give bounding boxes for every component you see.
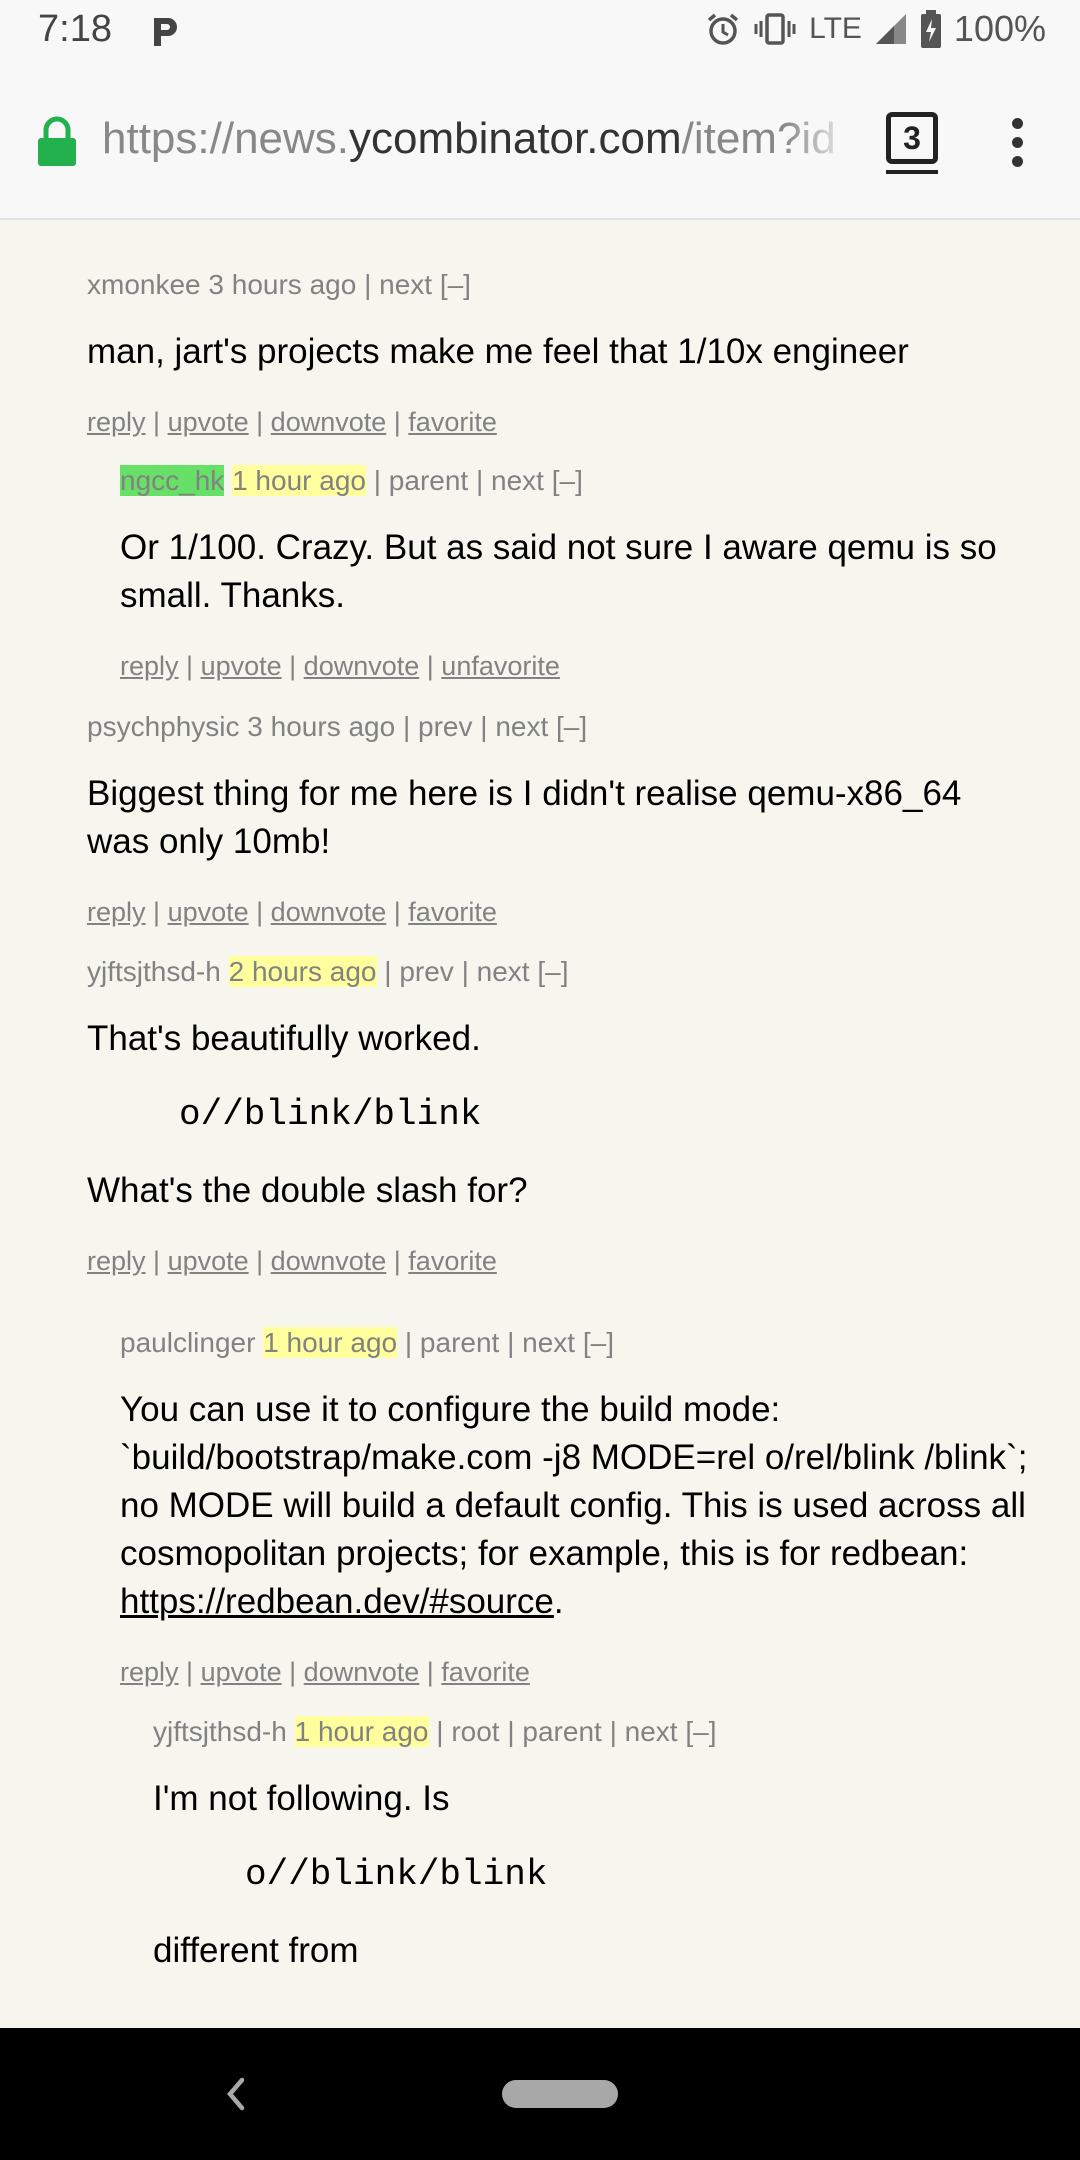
comment-user[interactable]: xmonkee	[87, 269, 201, 300]
comment-text: Biggest thing for me here is I didn't re…	[87, 774, 962, 861]
comment-user[interactable]: ngcc_hk	[120, 465, 225, 496]
url-path: /item?id	[681, 114, 836, 163]
comment-body: That's beautifully worked. o//blink/blin…	[87, 1015, 1047, 1215]
lock-icon	[38, 116, 76, 166]
downvote-link[interactable]: downvote	[271, 407, 387, 437]
favorite-link[interactable]: favorite	[408, 407, 497, 437]
downvote-link[interactable]: downvote	[271, 1246, 387, 1276]
comment-text: I'm not following. Is	[153, 1779, 450, 1818]
upvote-link[interactable]: upvote	[168, 1246, 249, 1276]
redbean-source-link[interactable]: https://redbean.dev/#source	[120, 1582, 554, 1621]
comment: ngcc_hk 1 hour ago | parent | next [–] O…	[120, 464, 1040, 682]
system-nav-bar	[0, 2028, 1080, 2160]
comment-age[interactable]: 1 hour ago	[294, 1716, 429, 1747]
network-type: LTE	[809, 12, 862, 45]
comment-header: xmonkee 3 hours ago | next [–]	[87, 268, 1047, 302]
comment-age[interactable]: 2 hours ago	[228, 956, 377, 987]
downvote-link[interactable]: downvote	[271, 897, 387, 927]
alarm-icon	[708, 13, 739, 45]
comment-text: different from	[153, 1931, 359, 1970]
comment-header: psychphysic 3 hours ago | prev | next [–…	[87, 710, 1047, 744]
reply-link[interactable]: reply	[120, 651, 179, 681]
browser-toolbar: https://news.ycombinator.com/item?id 3	[0, 66, 1080, 220]
comment: paulclinger 1 hour ago | parent | next […	[120, 1326, 1040, 1688]
unfavorite-link[interactable]: unfavorite	[441, 651, 560, 681]
comment-user[interactable]: paulclinger	[120, 1327, 255, 1358]
comment-body: Or 1/100. Crazy. But as said not sure I …	[120, 524, 1040, 620]
comment-nav[interactable]: | parent | next [–]	[397, 1327, 614, 1358]
upvote-link[interactable]: upvote	[168, 897, 249, 927]
favorite-link[interactable]: favorite	[408, 897, 497, 927]
comment-text: What's the double slash for?	[87, 1171, 528, 1210]
comment-age[interactable]: 1 hour ago	[263, 1327, 398, 1358]
url-host: ycombinator.com	[349, 114, 682, 163]
comment-nav[interactable]: | prev | next [–]	[377, 956, 568, 987]
upvote-link[interactable]: upvote	[201, 651, 282, 681]
comment-age[interactable]: 1 hour ago	[232, 465, 366, 496]
signal-icon	[875, 14, 906, 44]
comment-actions: reply | upvote | downvote | favorite	[87, 407, 497, 437]
comment-text: man, jart's projects make me feel that 1…	[87, 332, 909, 371]
comment-header: yjftsjthsd-h 2 hours ago | prev | next […	[87, 955, 1047, 989]
comment: psychphysic 3 hours ago | prev | next [–…	[87, 710, 1047, 928]
comment-nav[interactable]: | next [–]	[356, 269, 471, 300]
reply-link[interactable]: reply	[87, 1246, 146, 1276]
battery-icon	[920, 10, 941, 48]
comment-user[interactable]: yjftsjthsd-h	[153, 1716, 287, 1747]
comment-nav[interactable]: | root | parent | next [–]	[429, 1716, 716, 1747]
downvote-link[interactable]: downvote	[304, 1657, 420, 1687]
comment: xmonkee 3 hours ago | next [–] man, jart…	[87, 268, 1047, 438]
downvote-link[interactable]: downvote	[304, 651, 420, 681]
comment-age[interactable]: 3 hours ago	[208, 269, 356, 300]
comment-text: That's beautifully worked.	[87, 1019, 481, 1058]
comment-body: Biggest thing for me here is I didn't re…	[87, 770, 1027, 866]
comment-actions: reply | upvote | downvote | favorite	[87, 1246, 497, 1276]
code-block: o//blink/blink	[245, 1854, 548, 1895]
upvote-link[interactable]: upvote	[201, 1657, 282, 1687]
comment-user[interactable]: yjftsjthsd-h	[87, 956, 221, 987]
upvote-link[interactable]: upvote	[168, 407, 249, 437]
comment: yjftsjthsd-h 1 hour ago | root | parent …	[153, 1715, 1033, 2005]
status-bar: 7:18 LTE 100%	[0, 0, 1080, 66]
back-icon[interactable]	[222, 2074, 248, 2114]
comment: yjftsjthsd-h 2 hours ago | prev | next […	[87, 955, 1047, 1277]
reply-link[interactable]: reply	[87, 897, 146, 927]
comment-age[interactable]: 3 hours ago	[247, 711, 395, 742]
url-field[interactable]: https://news.ycombinator.com/item?id	[102, 114, 854, 164]
comment-actions: reply | upvote | downvote | favorite	[87, 897, 497, 927]
comment-body: You can use it to configure the build mo…	[120, 1390, 1028, 1621]
favorite-link[interactable]: favorite	[441, 1657, 530, 1687]
comment-nav[interactable]: | prev | next [–]	[395, 711, 587, 742]
comment-nav[interactable]: | parent | next [–]	[366, 465, 583, 496]
tab-switcher-button[interactable]: 3	[886, 112, 938, 164]
status-time: 7:18	[38, 8, 112, 50]
reply-link[interactable]: reply	[120, 1657, 179, 1687]
comment-body: man, jart's projects make me feel that 1…	[87, 328, 1047, 376]
comment-body: I'm not following. Is o//blink/blink dif…	[153, 1775, 1033, 1975]
comment-thread: xmonkee 3 hours ago | next [–] man, jart…	[0, 220, 1080, 2028]
reply-link[interactable]: reply	[87, 407, 146, 437]
tab-switcher-underline	[886, 170, 938, 174]
comment-user[interactable]: psychphysic	[87, 711, 240, 742]
code-block: o//blink/blink	[179, 1094, 482, 1135]
comment-header: ngcc_hk 1 hour ago | parent | next [–]	[120, 464, 1040, 498]
home-pill-icon[interactable]	[502, 2080, 618, 2108]
comment-actions: reply | upvote | downvote | unfavorite	[120, 651, 560, 681]
comment-actions: reply | upvote | downvote | favorite	[120, 1657, 530, 1687]
url-scheme: https://news.	[102, 114, 350, 163]
vibrate-icon	[754, 13, 796, 45]
comment-header: yjftsjthsd-h 1 hour ago | root | parent …	[153, 1715, 1033, 1749]
menu-icon[interactable]	[1012, 118, 1024, 175]
favorite-link[interactable]: favorite	[408, 1246, 497, 1276]
p-notification-icon	[154, 18, 177, 46]
comment-header: paulclinger 1 hour ago | parent | next […	[120, 1326, 1040, 1360]
comment-text: Or 1/100. Crazy. But as said not sure I …	[120, 528, 997, 615]
comment-text: You can use it to configure the build mo…	[120, 1390, 1028, 1573]
battery-level: 100%	[953, 8, 1046, 49]
